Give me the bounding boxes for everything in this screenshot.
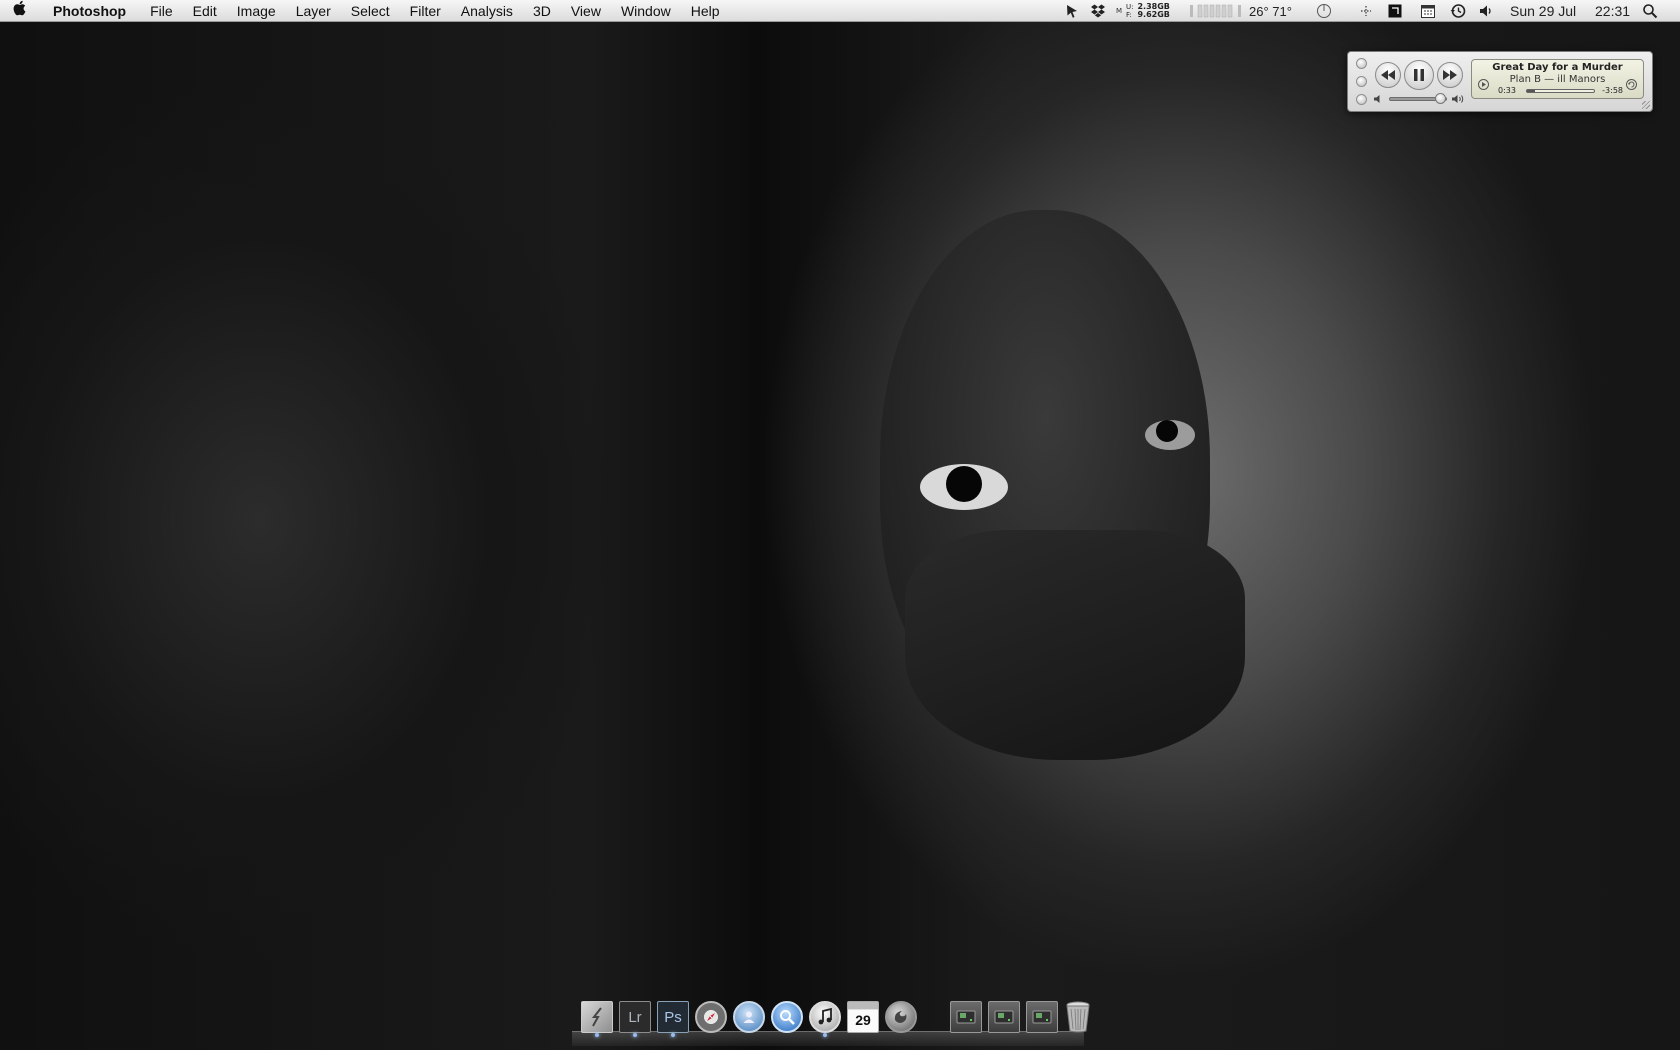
desktop-wallpaper <box>0 0 1680 1050</box>
menu-clock[interactable]: 22:31 <box>1595 0 1630 22</box>
running-indicator <box>633 1033 637 1037</box>
dock-drive-1[interactable] <box>949 1000 983 1034</box>
menu-help[interactable]: Help <box>681 3 730 19</box>
memory-used-label: U: <box>1126 3 1134 11</box>
menu-edit[interactable]: Edit <box>183 3 227 19</box>
dock-trash[interactable] <box>1063 1000 1093 1034</box>
close-window-button[interactable] <box>1356 58 1367 69</box>
track-progress-bar[interactable] <box>1526 89 1595 93</box>
blackbox-icon[interactable] <box>1387 0 1403 22</box>
calendar-menu-icon[interactable] <box>1420 0 1436 22</box>
menu-file[interactable]: File <box>140 3 183 19</box>
resize-grip-icon[interactable] <box>1642 101 1650 109</box>
pause-icon <box>1414 69 1424 81</box>
dock-lightroom[interactable]: Lr <box>618 1000 652 1037</box>
track-artist-album: Plan B — ill Manors <box>1509 74 1606 85</box>
dock-drive-2[interactable] <box>987 1000 1021 1034</box>
wallpaper-pupil-left <box>946 466 982 502</box>
dock-finder[interactable] <box>580 1000 614 1037</box>
time-machine-icon[interactable] <box>1450 0 1466 22</box>
apple-menu-icon[interactable] <box>0 0 40 21</box>
menu-date[interactable]: Sun 29 Jul <box>1510 0 1576 22</box>
menu-filter[interactable]: Filter <box>400 3 451 19</box>
trash-icon <box>1066 1001 1090 1033</box>
minimize-window-button[interactable] <box>1356 76 1367 87</box>
lcd-cycle-icon[interactable] <box>1626 75 1637 94</box>
lcd-play-icon[interactable] <box>1478 75 1489 94</box>
menu-app-name[interactable]: Photoshop <box>40 3 140 19</box>
network-activity-icon[interactable] <box>1358 0 1374 22</box>
pause-button[interactable] <box>1404 60 1434 90</box>
wallpaper-pupil-right <box>1156 420 1178 442</box>
memory-m-label: M <box>1116 7 1123 15</box>
wallpaper-mask <box>905 530 1245 760</box>
dock-spotlight-app[interactable] <box>770 1000 804 1034</box>
fast-forward-icon <box>1443 70 1457 80</box>
running-indicator <box>595 1033 599 1037</box>
rewind-icon <box>1381 70 1395 80</box>
dock-safari[interactable] <box>694 1000 728 1034</box>
previous-track-button[interactable] <box>1375 62 1401 88</box>
menu-image[interactable]: Image <box>227 3 286 19</box>
finder-icon <box>581 1001 613 1033</box>
menu-view[interactable]: View <box>561 3 611 19</box>
remaining-time: -3:58 <box>1602 86 1623 95</box>
temperature-readout[interactable]: 26° 71° <box>1249 0 1292 22</box>
memory-free-label: F: <box>1126 11 1132 19</box>
fan-gauge-icon[interactable] <box>1316 0 1332 22</box>
spotlight-search-icon[interactable] <box>1642 0 1658 22</box>
track-progress-fill <box>1527 90 1536 92</box>
menu-bar: Photoshop File Edit Image Layer Select F… <box>0 0 1680 22</box>
cursor-arrow-icon[interactable] <box>1064 0 1080 22</box>
now-playing-display[interactable]: Great Day for a Murder Plan B — ill Mano… <box>1471 59 1644 99</box>
dock-photoshop[interactable]: Ps <box>656 1000 690 1037</box>
dock-itunes[interactable] <box>808 1000 842 1037</box>
drive-3-icon <box>1026 1001 1058 1033</box>
menu-select[interactable]: Select <box>341 3 400 19</box>
dropbox-icon[interactable] <box>1090 0 1106 22</box>
running-indicator <box>671 1033 675 1037</box>
volume-control <box>1374 92 1470 106</box>
volume-icon[interactable] <box>1478 0 1494 22</box>
dock: Lr Ps 29 <box>572 996 1090 1046</box>
drive-2-icon <box>988 1001 1020 1033</box>
zoom-window-button[interactable] <box>1356 94 1367 105</box>
menu-window[interactable]: Window <box>611 3 681 19</box>
safari-icon <box>695 1001 727 1033</box>
itunes-mini-player: Great Day for a Murder Plan B — ill Mano… <box>1347 51 1653 112</box>
volume-high-icon <box>1452 95 1464 103</box>
next-track-button[interactable] <box>1437 62 1463 88</box>
volume-slider-knob[interactable] <box>1435 93 1447 104</box>
dock-firefox[interactable] <box>884 1000 918 1034</box>
dock-drive-3[interactable] <box>1025 1000 1059 1034</box>
spotlight-app-icon <box>771 1001 803 1033</box>
lightroom-icon: Lr <box>619 1001 651 1033</box>
contacts-icon <box>733 1001 765 1033</box>
elapsed-time: 0:33 <box>1498 86 1516 95</box>
firefox-icon <box>885 1001 917 1033</box>
photoshop-icon: Ps <box>657 1001 689 1033</box>
menu-3d[interactable]: 3D <box>523 3 561 19</box>
track-title: Great Day for a Murder <box>1492 62 1623 73</box>
calendar-icon: 29 <box>847 1001 879 1033</box>
dock-contacts[interactable] <box>732 1000 766 1034</box>
volume-low-icon <box>1374 95 1380 103</box>
drive-1-icon <box>950 1001 982 1033</box>
cpu-meter-icon[interactable] <box>1190 0 1246 22</box>
itunes-icon <box>809 1001 841 1033</box>
menu-layer[interactable]: Layer <box>286 3 341 19</box>
dock-calendar[interactable]: 29 <box>846 1000 880 1034</box>
running-indicator <box>823 1033 827 1037</box>
memory-monitor[interactable]: M U: F: 2.38GB 9.62GB <box>1116 0 1170 22</box>
menu-analysis[interactable]: Analysis <box>451 3 523 19</box>
memory-free-value: 9.62GB <box>1137 10 1170 19</box>
